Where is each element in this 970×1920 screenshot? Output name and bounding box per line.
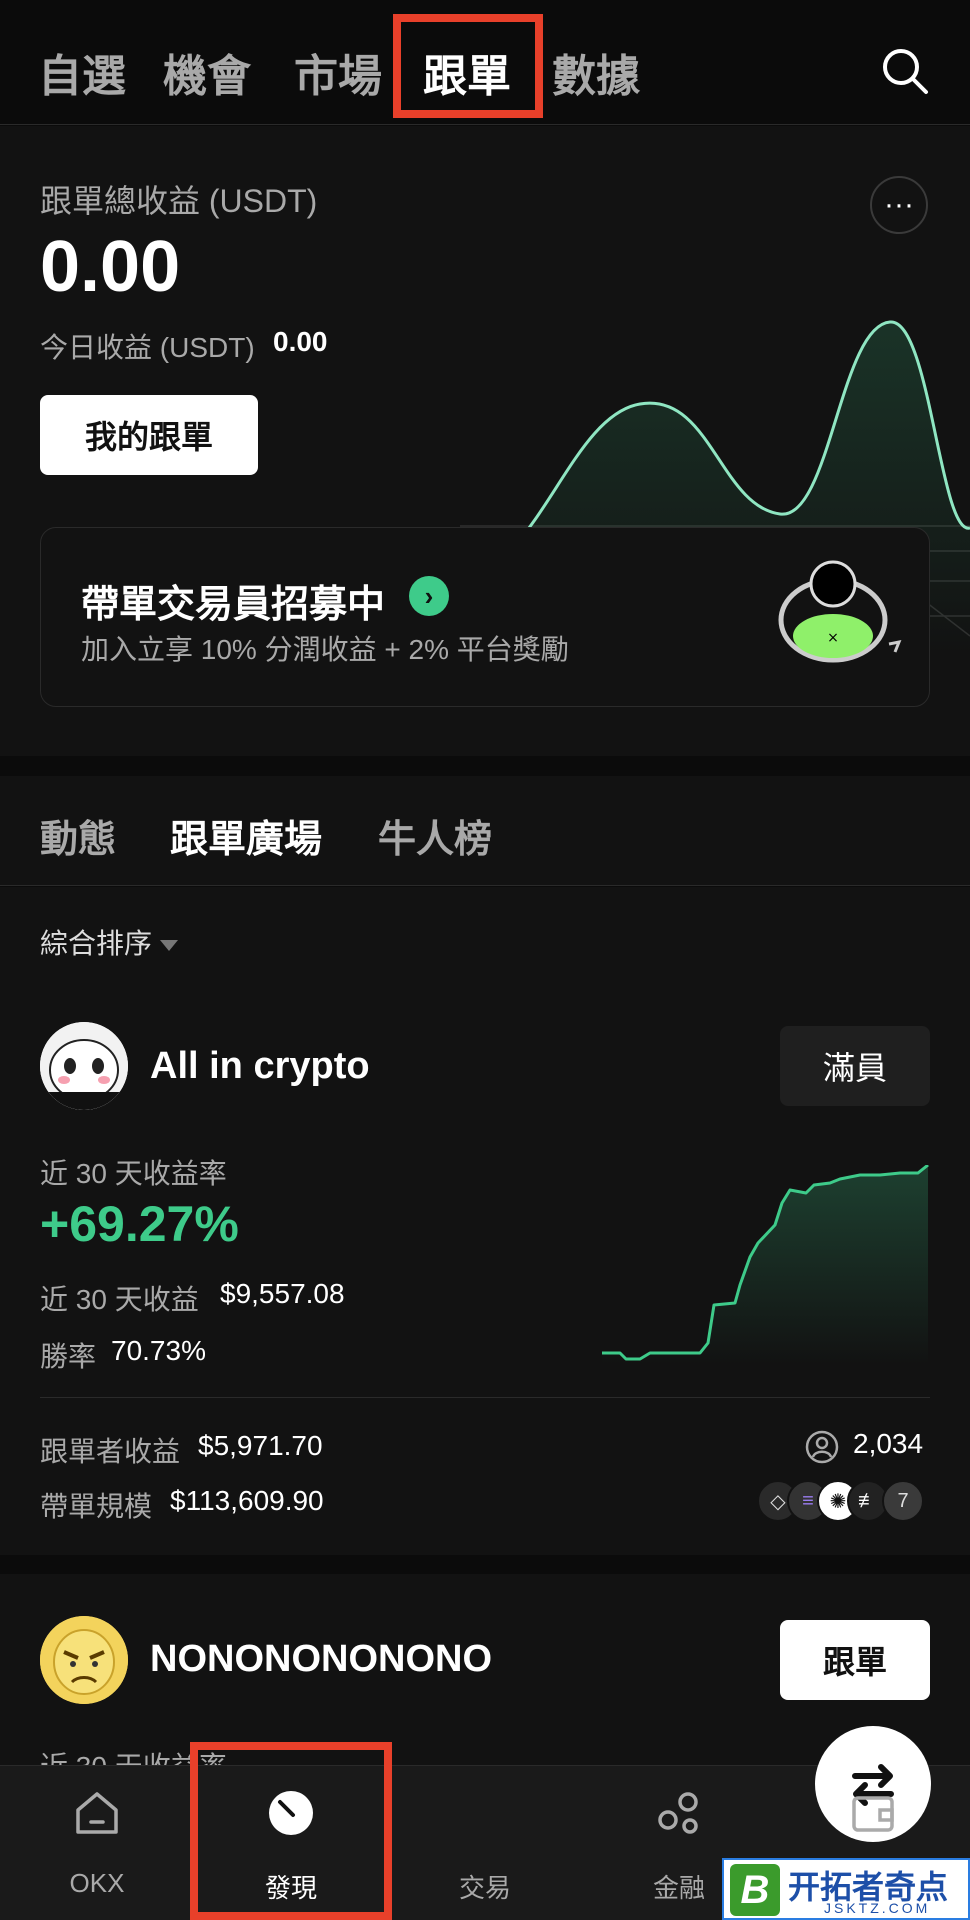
finance-icon <box>658 1792 698 1834</box>
search-icon[interactable] <box>880 46 930 96</box>
sort-label: 綜合排序 <box>40 928 153 959</box>
highlight-box-copy-tab <box>393 14 543 118</box>
wallet-icon <box>852 1796 894 1832</box>
tab-markets[interactable]: 市場 <box>294 40 382 104</box>
nav-label: OKX <box>69 1868 125 1898</box>
sort-dropdown[interactable]: 綜合排序 <box>40 922 179 962</box>
copier-pnl-value: $5,971.70 <box>198 1430 323 1461</box>
pnl-label: 近 30 天收益 <box>40 1284 199 1315</box>
site-watermark: B 开拓者奇点 JSKTZ.COM <box>722 1858 970 1920</box>
highlight-box-discover <box>190 1742 392 1920</box>
panda-avatar-icon <box>40 1022 128 1110</box>
tab-feed[interactable]: 動態 <box>40 808 116 863</box>
sub-tab-bar: 動態 跟單廣場 牛人榜 <box>0 776 970 886</box>
card-divider <box>40 1397 930 1398</box>
pnl-value: $9,557.08 <box>220 1278 345 1309</box>
trader-illustration-icon: × <box>778 560 902 663</box>
avatar[interactable] <box>40 1616 128 1704</box>
earnings-card: 跟單總收益 (USDT) 0.00 今日收益 (USDT) 0.00 我的跟單 … <box>0 126 970 756</box>
recruit-title: 帶單交易員招募中 <box>81 584 386 626</box>
tab-leaderboard[interactable]: 牛人榜 <box>378 808 492 863</box>
more-options-button[interactable]: ··· <box>870 176 928 234</box>
roi-sparkline-chart <box>602 1165 929 1365</box>
follower-count: 2,034 <box>853 1428 924 1459</box>
chevron-right-icon: › <box>409 576 449 616</box>
total-earnings-label: 跟單總收益 (USDT) <box>40 183 318 219</box>
home-icon <box>76 1792 118 1834</box>
recruit-subtitle: 加入立享 10% 分潤收益 + 2% 平台獎勵 <box>81 634 569 665</box>
roi-value: +69.27% <box>40 1196 239 1252</box>
user-icon <box>805 1430 839 1464</box>
tab-watchlist[interactable]: 自選 <box>38 40 126 104</box>
nav-label: 交易 <box>458 1873 511 1903</box>
winrate-label: 勝率 <box>40 1341 97 1372</box>
aum-value: $113,609.90 <box>170 1485 324 1516</box>
total-earnings-value: 0.00 <box>40 227 181 307</box>
more-icon: ··· <box>884 188 914 221</box>
tab-opportunities[interactable]: 機會 <box>163 40 251 104</box>
today-earnings-value: 0.00 <box>273 326 328 357</box>
nav-trade[interactable]: 交易 <box>388 1726 931 1920</box>
my-copy-trades-button[interactable]: 我的跟單 <box>40 395 258 475</box>
svg-text:×: × <box>827 630 839 646</box>
watermark-logo: B <box>730 1864 780 1916</box>
aum-label: 帶單規模 <box>40 1491 153 1522</box>
traded-coins-stack: ◇ ≡ ✺ ≢ 7 <box>757 1480 932 1522</box>
today-earnings-label: 今日收益 (USDT) <box>40 332 255 363</box>
tab-data[interactable]: 數據 <box>552 40 640 104</box>
angry-face-avatar-icon <box>40 1616 128 1704</box>
copy-trade-button[interactable]: 跟單 <box>780 1620 930 1700</box>
avatar[interactable] <box>40 1022 128 1110</box>
lead-trader-recruit-banner[interactable]: 帶單交易員招募中 › 加入立享 10% 分潤收益 + 2% 平台獎勵 × <box>40 527 930 707</box>
caret-down-icon <box>160 940 179 952</box>
copier-pnl-label: 跟單者收益 <box>40 1436 181 1467</box>
more-coins-badge: 7 <box>882 1480 924 1522</box>
winrate-value: 70.73% <box>111 1335 206 1366</box>
full-status-button[interactable]: 滿員 <box>780 1026 930 1106</box>
watermark-url: JSKTZ.COM <box>824 1900 931 1916</box>
card-separator <box>0 1556 970 1574</box>
trader-name[interactable]: All in crypto <box>150 1045 370 1088</box>
tab-copy-square[interactable]: 跟單廣場 <box>170 808 322 863</box>
nav-okx[interactable]: OKX <box>0 1766 194 1920</box>
trader-name[interactable]: NONONONONONO <box>150 1638 492 1681</box>
roi-label: 近 30 天收益率 <box>40 1158 227 1189</box>
